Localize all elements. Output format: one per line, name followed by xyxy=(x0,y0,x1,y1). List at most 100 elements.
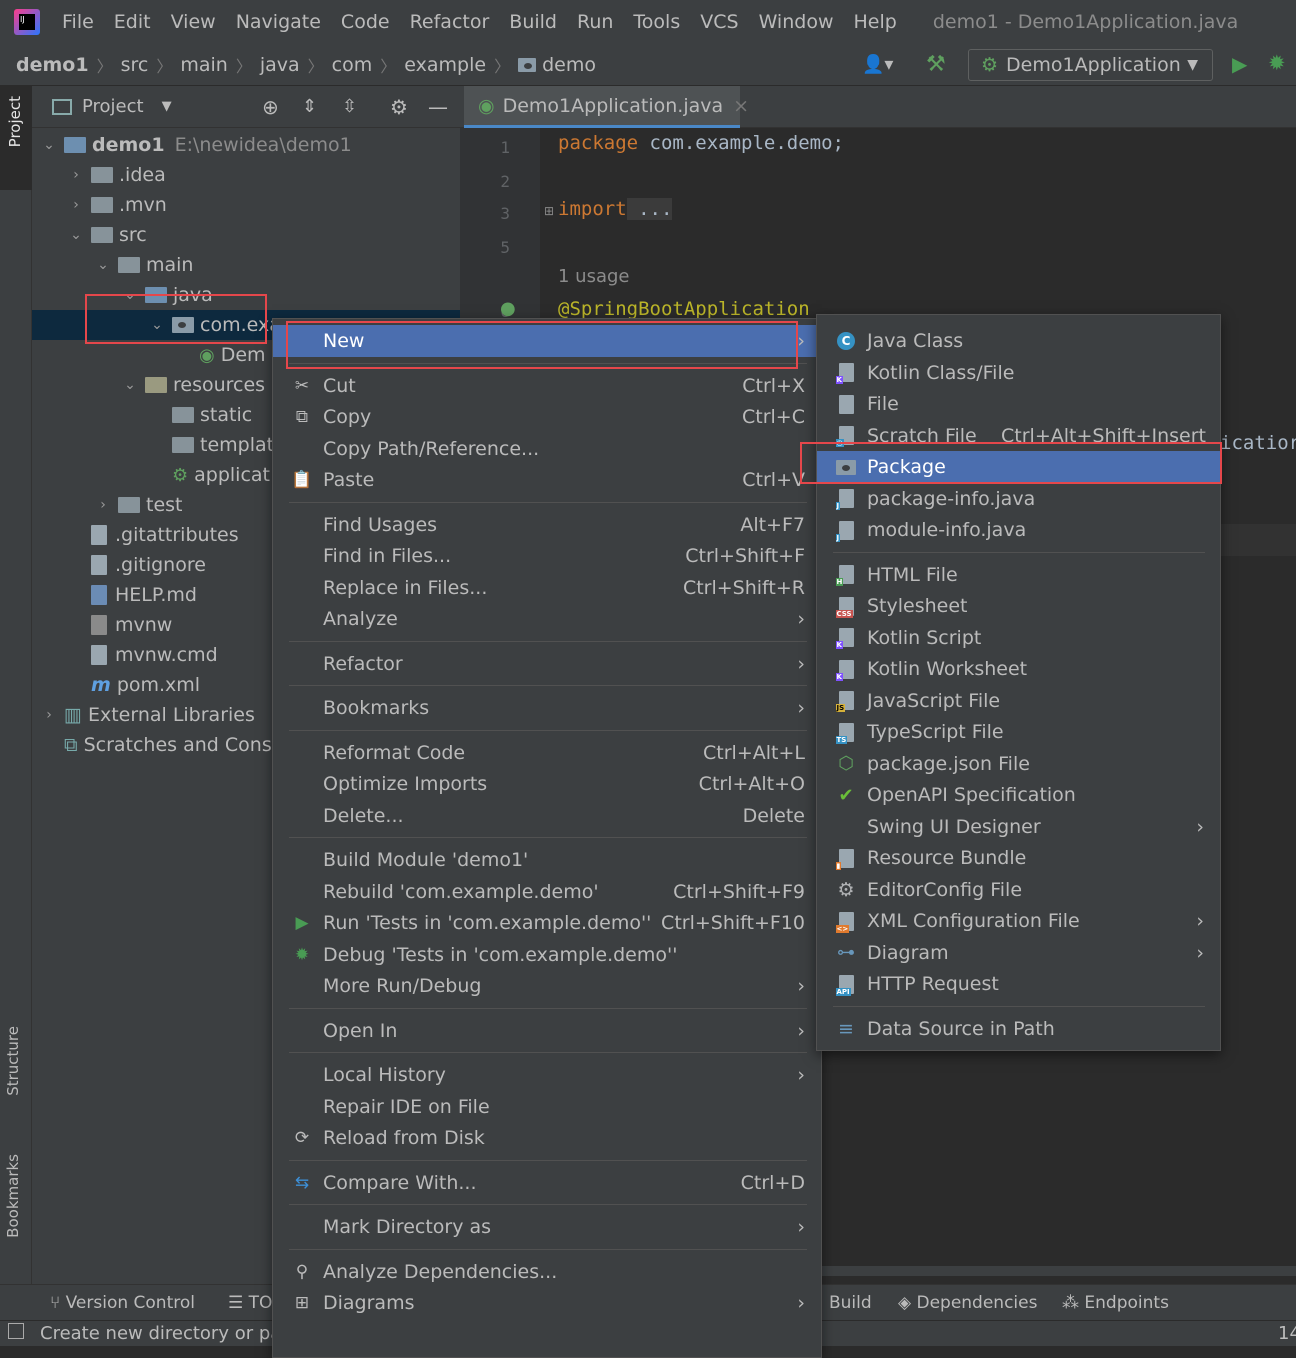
todo-tab[interactable]: ☰ TO xyxy=(228,1293,272,1313)
run-configuration-select[interactable]: ⚙ Demo1Application ▼ xyxy=(968,49,1213,81)
new-item-resource-bundle[interactable]: ▮ Resource Bundle xyxy=(817,842,1220,874)
breadcrumb-item[interactable]: java xyxy=(260,54,300,76)
menu-window[interactable]: Window xyxy=(759,11,834,33)
chevron-right-icon[interactable]: › xyxy=(42,707,56,723)
chevron-right-icon[interactable]: › xyxy=(69,197,83,213)
collapse-all-icon[interactable]: ⇳ xyxy=(342,96,357,117)
structure-tool-tab[interactable]: Structure xyxy=(4,1026,22,1096)
user-icon[interactable]: 👤▾ xyxy=(862,54,893,75)
menu-item-optimize-imports[interactable]: Optimize Imports Ctrl+Alt+O xyxy=(273,768,821,800)
code-line[interactable]: package com.example.demo; xyxy=(558,132,844,154)
menu-navigate[interactable]: Navigate xyxy=(236,11,321,33)
build-hammer-icon[interactable]: ⚒ xyxy=(926,52,946,77)
project-tool-tab[interactable]: Project xyxy=(6,96,24,147)
chevron-down-icon[interactable]: ⌄ xyxy=(42,137,56,153)
dependencies-tab[interactable]: ◈ Dependencies xyxy=(898,1293,1037,1313)
project-panel-title[interactable]: Project xyxy=(82,96,144,117)
new-item-package-info-java[interactable]: Jpackage-info.java xyxy=(817,483,1220,515)
tree-row[interactable]: › .mvn xyxy=(32,190,460,220)
chevron-down-icon[interactable]: ⌄ xyxy=(150,317,164,333)
menu-item-build-module-demo1[interactable]: Build Module 'demo1' xyxy=(273,844,821,876)
new-item-module-info-java[interactable]: Jmodule-info.java xyxy=(817,514,1220,546)
menu-item-refactor[interactable]: Refactor › xyxy=(273,648,821,680)
breadcrumb-item[interactable]: example xyxy=(404,54,486,76)
code-line[interactable]: import ... xyxy=(558,198,673,220)
menu-item-local-history[interactable]: Local History › xyxy=(273,1059,821,1091)
menu-item-diagrams[interactable]: ⊞ Diagrams › xyxy=(273,1287,821,1319)
tree-row[interactable]: ⌄ java xyxy=(32,280,460,310)
new-item-stylesheet[interactable]: CSS Stylesheet xyxy=(817,590,1220,622)
chevron-down-icon[interactable]: ⌄ xyxy=(96,257,110,273)
menu-file[interactable]: File xyxy=(62,11,94,33)
menu-build[interactable]: Build xyxy=(509,11,557,33)
new-item-kotlin-script[interactable]: K Kotlin Script xyxy=(817,622,1220,654)
chevron-right-icon[interactable]: › xyxy=(96,497,110,513)
debug-icon[interactable]: ✹ xyxy=(1268,51,1286,75)
menu-item-mark-directory-as[interactable]: Mark Directory as › xyxy=(273,1211,821,1243)
menu-item-new[interactable]: New › xyxy=(273,325,821,357)
menu-edit[interactable]: Edit xyxy=(114,11,151,33)
new-item-html-file[interactable]: H HTML File xyxy=(817,559,1220,591)
new-item-package[interactable]: Package xyxy=(817,451,1220,483)
endpoints-tab[interactable]: ⁂ Endpoints xyxy=(1062,1293,1169,1313)
new-item-http-request[interactable]: API HTTP Request xyxy=(817,968,1220,1000)
menu-item-find-in-files[interactable]: Find in Files... Ctrl+Shift+F xyxy=(273,540,821,572)
new-item-java-class[interactable]: C Java Class xyxy=(817,325,1220,357)
run-icon[interactable]: ▶ xyxy=(1232,52,1247,76)
fold-icon[interactable]: ⊞ xyxy=(544,204,554,218)
locate-icon[interactable]: ⊕ xyxy=(262,95,279,119)
menu-item-compare-with[interactable]: ⇆ Compare With... Ctrl+D xyxy=(273,1167,821,1199)
gear-icon[interactable]: ⚙ xyxy=(390,95,408,119)
hide-panel-icon[interactable]: — xyxy=(428,95,448,119)
breadcrumb-item[interactable]: com xyxy=(332,54,373,76)
new-item-typescript-file[interactable]: TS TypeScript File xyxy=(817,716,1220,748)
menu-item-repair-ide-on-file[interactable]: Repair IDE on File xyxy=(273,1091,821,1123)
menu-item-analyze-dependencies[interactable]: ⚲ Analyze Dependencies... xyxy=(273,1256,821,1288)
new-item-javascript-file[interactable]: JS JavaScript File xyxy=(817,685,1220,717)
tree-row[interactable]: ⌄ main xyxy=(32,250,460,280)
menu-run[interactable]: Run xyxy=(577,11,613,33)
tree-row[interactable]: ⌄ src xyxy=(32,220,460,250)
menu-item-copy-path-reference[interactable]: Copy Path/Reference... xyxy=(273,433,821,465)
usage-hint[interactable]: 1 usage xyxy=(558,266,630,287)
status-toggle-icon[interactable] xyxy=(8,1323,24,1339)
menu-tools[interactable]: Tools xyxy=(633,11,680,33)
new-item-data-source-in-path[interactable]: ≡ Data Source in Path xyxy=(817,1013,1220,1045)
chevron-down-icon[interactable]: ⌄ xyxy=(69,227,83,243)
breadcrumb-item[interactable]: demo xyxy=(542,54,596,76)
menu-item-bookmarks[interactable]: Bookmarks › xyxy=(273,692,821,724)
menu-item-debug-tests-in-com-example-demo[interactable]: ✹ Debug 'Tests in 'com.example.demo'' xyxy=(273,939,821,971)
new-item-package-json-file[interactable]: ⬡ package.json File xyxy=(817,748,1220,780)
menu-vcs[interactable]: VCS xyxy=(700,11,738,33)
breadcrumb-item[interactable]: src xyxy=(121,54,149,76)
menu-item-cut[interactable]: ✂ Cut Ctrl+X xyxy=(273,370,821,402)
menu-item-find-usages[interactable]: Find Usages Alt+F7 xyxy=(273,509,821,541)
new-item-editorconfig-file[interactable]: ⚙ EditorConfig File xyxy=(817,874,1220,906)
menu-item-reload-from-disk[interactable]: ⟳ Reload from Disk xyxy=(273,1122,821,1154)
new-item-swing-ui-designer[interactable]: Swing UI Designer › xyxy=(817,811,1220,843)
new-item-diagram[interactable]: ⊶ Diagram › xyxy=(817,937,1220,969)
menu-refactor[interactable]: Refactor xyxy=(410,11,490,33)
horizontal-scrollbar[interactable] xyxy=(822,1266,1296,1276)
menu-item-analyze[interactable]: Analyze › xyxy=(273,603,821,635)
expand-all-icon[interactable]: ⇕ xyxy=(302,96,317,117)
chevron-down-icon[interactable]: ⌄ xyxy=(123,377,137,393)
new-item-kotlin-worksheet[interactable]: K Kotlin Worksheet xyxy=(817,653,1220,685)
menu-view[interactable]: View xyxy=(171,11,216,33)
status-position[interactable]: 14 xyxy=(1278,1323,1296,1344)
menu-item-paste[interactable]: 📋 Paste Ctrl+V xyxy=(273,464,821,496)
tree-row[interactable]: › .idea xyxy=(32,160,460,190)
close-icon[interactable]: × xyxy=(733,95,749,117)
menu-item-open-in[interactable]: Open In › xyxy=(273,1015,821,1047)
menu-item-run-tests-in-com-example-demo[interactable]: ▶ Run 'Tests in 'com.example.demo'' Ctrl+S… xyxy=(273,907,821,939)
menu-item-copy[interactable]: ⧉ Copy Ctrl+C xyxy=(273,401,821,433)
menu-code[interactable]: Code xyxy=(341,11,390,33)
menu-item-delete[interactable]: Delete... Delete xyxy=(273,800,821,832)
project-tab-active[interactable]: Project xyxy=(0,86,32,190)
breadcrumb-item[interactable]: demo1 xyxy=(16,54,89,76)
menu-item-replace-in-files[interactable]: Replace in Files... Ctrl+Shift+R xyxy=(273,572,821,604)
breadcrumb-item[interactable]: main xyxy=(180,54,227,76)
chevron-right-icon[interactable]: › xyxy=(69,167,83,183)
new-item-scratch-file[interactable]: ◷ Scratch File Ctrl+Alt+Shift+Insert xyxy=(817,420,1220,452)
menu-item-more-run-debug[interactable]: More Run/Debug › xyxy=(273,970,821,1002)
